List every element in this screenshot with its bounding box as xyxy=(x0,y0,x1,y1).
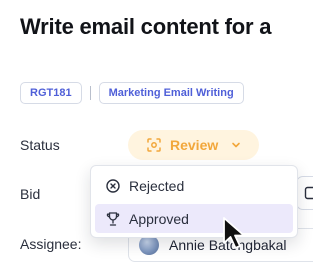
tag-row: RGT181 Marketing Email Writing xyxy=(20,82,244,104)
chevron-down-icon xyxy=(230,139,242,151)
task-id-tag[interactable]: RGT181 xyxy=(20,82,82,104)
status-options-menu: Rejected Approved xyxy=(90,165,298,238)
bid-field[interactable] xyxy=(296,176,313,210)
avatar xyxy=(139,235,159,255)
status-option-approved[interactable]: Approved xyxy=(95,204,293,233)
mouse-pointer-icon xyxy=(222,216,252,257)
edit-icon xyxy=(304,186,313,205)
tag-divider xyxy=(89,86,91,100)
status-dropdown-button[interactable]: Review xyxy=(128,130,259,160)
assignee-label: Assignee: xyxy=(20,236,82,252)
status-value: Review xyxy=(170,137,219,153)
status-label: Status xyxy=(20,137,60,153)
status-option-rejected[interactable]: Rejected xyxy=(95,171,293,200)
task-title: Write email content for a xyxy=(20,14,272,39)
status-option-label: Approved xyxy=(129,210,189,227)
review-scan-icon xyxy=(146,137,162,153)
x-circle-icon xyxy=(105,178,121,194)
bid-label: Bid xyxy=(20,186,41,202)
category-tag[interactable]: Marketing Email Writing xyxy=(98,82,244,104)
status-option-label: Rejected xyxy=(129,177,185,194)
task-detail-panel: Write email content for a RGT181 Marketi… xyxy=(0,0,313,267)
trophy-icon xyxy=(105,211,121,227)
